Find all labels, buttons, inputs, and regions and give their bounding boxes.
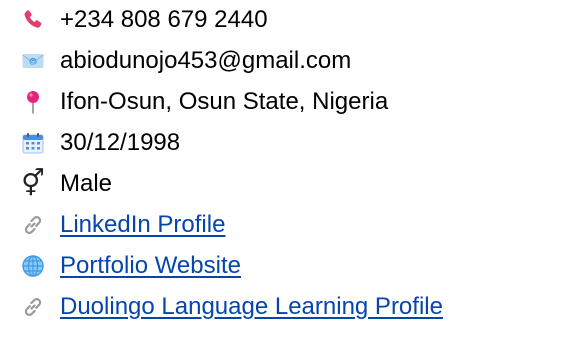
gender-icon: ⚥ [21,168,45,199]
envelope-icon: @ [20,48,46,74]
phone-row: +234 808 679 2440 [20,0,565,40]
phone-icon [20,7,46,33]
linkedin-profile-link[interactable]: LinkedIn Profile [60,211,225,239]
birthdate-text: 30/12/1998 [60,128,181,156]
link-icon [20,294,46,320]
location-text: Ifon-Osun, Osun State, Nigeria [60,87,389,115]
portfolio-row: Portfolio Website [20,245,565,286]
contact-list: +234 808 679 2440 @ abiodunojo453@gmail.… [20,0,565,327]
globe-icon [20,253,46,279]
location-row: Ifon-Osun, Osun State, Nigeria [20,81,565,122]
gender-row: ⚥ Male [20,163,565,204]
gender-text: Male [60,169,113,197]
email-address: abiodunojo453@gmail.com [60,46,352,74]
portfolio-website-link[interactable]: Portfolio Website [60,252,241,280]
map-pin-icon [20,89,46,115]
duolingo-row: Duolingo Language Learning Profile [20,286,565,327]
duolingo-profile-link[interactable]: Duolingo Language Learning Profile [60,293,443,321]
link-icon [20,212,46,238]
phone-number: +234 808 679 2440 [60,6,268,33]
birthdate-row: 30/12/1998 [20,122,565,163]
email-row: @ abiodunojo453@gmail.com [20,40,565,81]
linkedin-row: LinkedIn Profile [20,204,565,245]
svg-text:@: @ [30,59,36,65]
calendar-icon [20,130,46,156]
